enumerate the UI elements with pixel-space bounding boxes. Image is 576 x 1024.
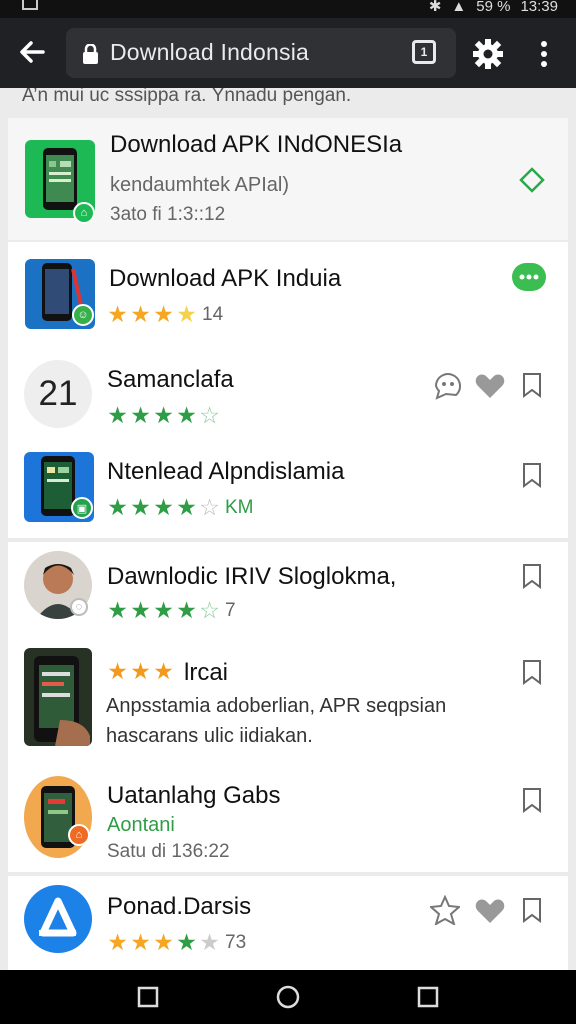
rating-stars: ★ ★ ★ ★ ☆ KM [107,494,254,520]
bookmark-button[interactable] [515,783,549,817]
list-item[interactable]: ⌂ Uatanlahg Gabs Aontani Satu di 136:22 [8,766,568,872]
settings-button[interactable] [468,34,508,74]
android-badge-icon: ⌂ [73,202,95,224]
square-icon [137,986,159,1008]
bookmark-icon [523,373,541,398]
feedback-button[interactable] [431,368,465,402]
home-button[interactable] [273,982,303,1012]
favorite-button[interactable] [473,368,507,402]
more-options-button[interactable] [511,259,547,295]
app-list-card: ☺ Download APK Induia ★ ★ ★ ★ 14 21 Samancl… [8,242,568,538]
rating-stars: ★ ★ ★ ★ 14 [107,301,224,327]
tab-count-button[interactable]: 1 [412,40,436,64]
app-subtitle: Aontani [107,814,175,836]
game-phone-icon [24,776,92,858]
app-title: lrcai [184,659,229,686]
rating-count: 14 [202,303,224,325]
star-icon [430,895,460,925]
more-vertical-icon [541,41,547,67]
list-item[interactable]: ☺ Download APK Induia ★ ★ ★ ★ 14 [8,242,568,344]
bookmark-icon [523,788,541,813]
number-icon: 21 [24,360,92,428]
app-description-line-2: hascarans ulic iidiakan. [106,725,313,747]
app-list-card: Ponad.Darsis ★ ★ ★ ★ ★ 73 [8,876,568,970]
app-title: Dawnlodic IRIV Sloglokma, [107,563,397,590]
overview-button[interactable] [413,982,443,1012]
signal-icon: ▲ [451,0,467,15]
app-title: Uatanlahg Gabs [107,782,281,809]
list-item[interactable]: ⌂ Download APK INdONESIa kendaumhtek API… [8,118,568,240]
rating-count: 73 [225,931,247,953]
game-badge-icon: ⌂ [68,824,90,846]
bluetooth-icon: ✱ [428,0,442,15]
rating-stars: ★ ★ ★ ★ ☆ 7 [107,597,236,623]
phone-in-hand-image [24,648,92,746]
app-title: Samanclafa [107,366,234,393]
page-content: A’n mui uc sssippa ra. Ÿnnadu pengan. ⌂ … [0,88,576,970]
heart-icon [475,374,505,398]
list-item[interactable]: 21 Samanclafa ★ ★ ★ ★ ☆ [8,344,568,439]
bookmark-icon [523,564,541,589]
overflow-menu-button[interactable] [528,34,560,74]
status-right: ✱ ▲ 59 % 13:39 [429,0,558,15]
app-title: Download APK INdONESIa [110,131,403,158]
rating-stars: ★ ★ ★ ★ ☆ [107,402,220,428]
intro-text: A’n mui uc sssippa ra. Ÿnnadu pengan. [22,88,352,106]
app-meta: Satu di 136:22 [107,841,230,862]
browser-toolbar: Download Indonsia 1 [0,18,576,88]
android-badge-icon: ☺ [72,304,94,326]
bookmark-icon [523,660,541,685]
back-arrow-icon [20,41,45,63]
app-subtitle: kendaumhtek APIal) [110,174,289,196]
recent-apps-button[interactable] [133,982,163,1012]
list-item[interactable]: ◌ Dawnlodic IRIV Sloglokma, ★ ★ ★ ★ ☆ 7 [8,542,568,638]
back-button[interactable] [14,34,50,70]
square-icon [417,986,439,1008]
rating-count: 7 [225,599,236,621]
list-item[interactable]: ★ ★ ★ lrcai Anpsstamia adoberlian, APR seq… [8,638,568,766]
url-bar[interactable]: Download Indonsia 1 [66,28,456,78]
android-navigation-bar [0,970,576,1024]
gear-icon [473,39,503,69]
android-badge-icon: ▣ [71,497,93,519]
app-description-line-1: Anpsstamia adoberlian, APR seqpsian [106,695,447,717]
star-button[interactable] [428,893,462,927]
list-item[interactable]: Ponad.Darsis ★ ★ ★ ★ ★ 73 [8,876,568,970]
share-diamond-button[interactable] [515,163,549,197]
app-store-icon [24,885,92,953]
status-bar: ✱ ▲ 59 % 13:39 [0,0,576,18]
list-item[interactable]: ▣ Ntenlead Alpndislamia ★ ★ ★ ★ ☆ KM [8,439,568,538]
emoji-icon [434,373,461,400]
diamond-icon [519,167,545,193]
battery-level: 59 % [476,0,511,15]
bookmark-button[interactable] [515,458,549,492]
bookmark-icon [523,463,541,488]
bookmark-button[interactable] [515,559,549,593]
featured-app-card[interactable]: ⌂ Download APK INdONESIa kendaumhtek API… [8,118,568,240]
avatar-badge-icon: ◌ [70,598,88,616]
rating-count: KM [225,496,254,518]
bookmark-icon [523,898,541,923]
rating-stars: ★ ★ ★ [107,658,174,684]
url-text: Download Indonsia [110,39,310,65]
app-meta: 3ato fi 1:3::12 [110,204,226,225]
app-title: Ntenlead Alpndislamia [107,458,345,485]
app-title: Download APK Induia [109,265,342,292]
time: 13:39 [520,0,558,15]
favorite-button[interactable] [473,893,507,927]
bookmark-button[interactable] [515,368,549,402]
bookmark-button[interactable] [515,893,549,927]
more-horizontal-icon [512,263,546,291]
app-list-card: ◌ Dawnlodic IRIV Sloglokma, ★ ★ ★ ★ ☆ 7 ★ ★ ★ … [8,542,568,872]
app-title: Ponad.Darsis [107,893,252,920]
circle-icon [276,985,300,1009]
rating-stars: ★ ★ ★ ★ ★ 73 [107,929,247,955]
lock-icon [83,44,98,64]
bookmark-button[interactable] [515,655,549,689]
screenshot-icon [22,0,38,10]
heart-icon [475,899,505,923]
